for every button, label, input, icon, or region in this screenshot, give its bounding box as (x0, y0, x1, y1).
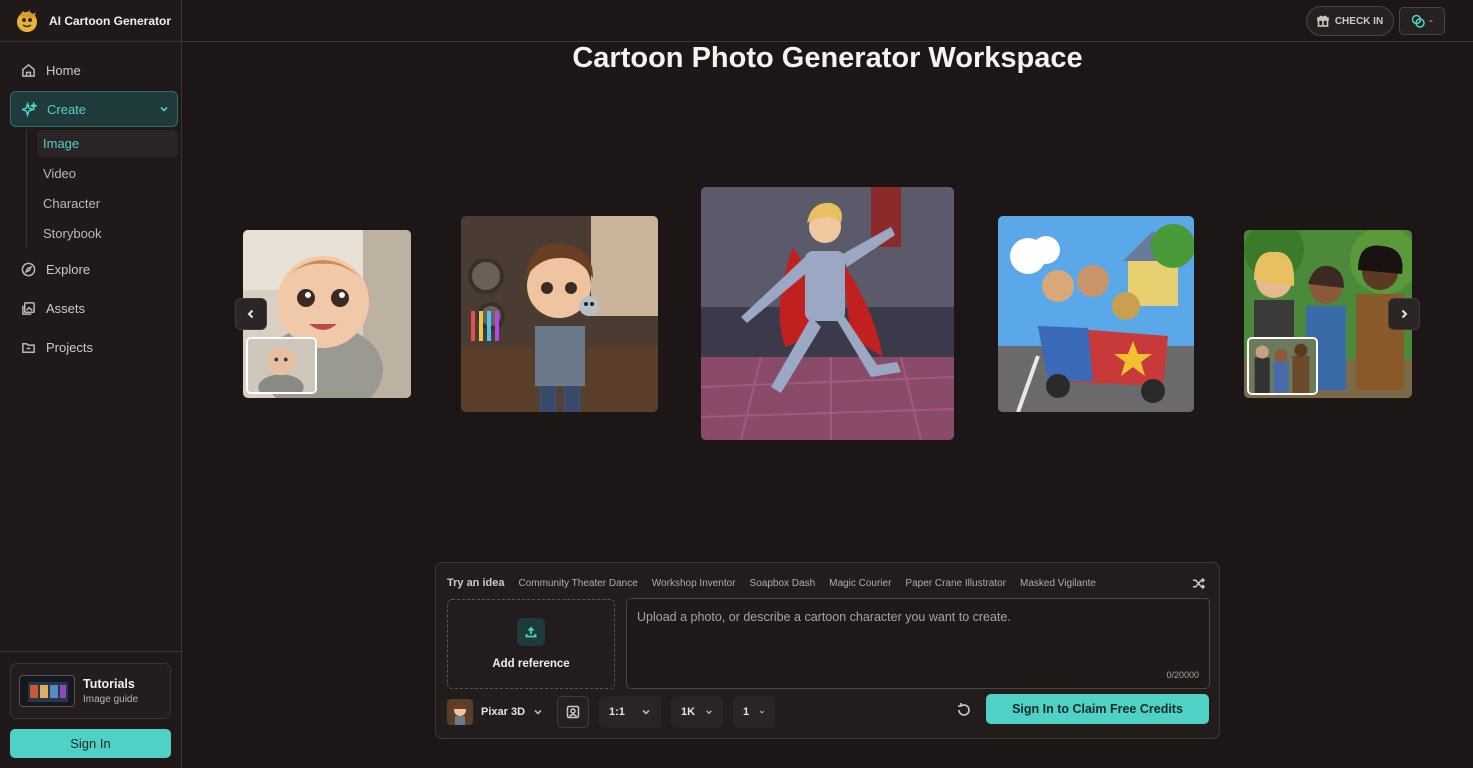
sidebar-item-label: Projects (46, 339, 93, 355)
soapbox-race-image[interactable] (998, 216, 1194, 412)
idea-chip[interactable]: Soapbox Dash (750, 578, 816, 589)
credits-button[interactable]: - (1399, 7, 1445, 35)
sparkle-icon (22, 101, 37, 117)
shuffle-ideas-button[interactable] (1192, 577, 1206, 590)
sidebar-item-label: Assets (46, 300, 86, 316)
baby-reference-thumbnail (246, 337, 317, 394)
brand[interactable]: AI Cartoon Generator (14, 8, 171, 34)
sidebar-item-projects[interactable]: Projects (10, 329, 178, 365)
chevron-down-icon (534, 709, 542, 715)
style-label: Pixar 3D (481, 706, 526, 718)
resolution-value: 1K (681, 706, 696, 718)
generation-controls: Pixar 3D 1:1 1K 1 (447, 695, 776, 729)
aspect-ratio-select[interactable]: 1:1 (599, 696, 662, 728)
prompt-panel: Try an idea Community Theater Dance Work… (435, 562, 1220, 739)
sidebar-subitem-character[interactable]: Character (37, 190, 178, 217)
chevron-down-icon (160, 106, 168, 112)
chevron-down-icon (706, 710, 712, 715)
shuffle-icon (1192, 577, 1206, 590)
image-count-value: 1 (743, 706, 750, 718)
sidebar-item-label: Home (46, 62, 81, 78)
sidebar-item-home[interactable]: Home (10, 52, 178, 88)
ideas-row: Try an idea Community Theater Dance Work… (447, 577, 1096, 589)
home-icon (22, 63, 35, 77)
add-reference-dropzone[interactable]: Add reference (447, 599, 615, 689)
credits-value: - (1429, 15, 1433, 27)
sidebar-subitem-image[interactable]: Image (37, 130, 178, 157)
sidebar-item-label: Explore (46, 261, 91, 277)
prince-dancing-image[interactable] (701, 187, 954, 440)
idea-chip[interactable]: Community Theater Dance (518, 578, 637, 589)
resolution-select[interactable]: 1K (671, 696, 724, 728)
tutorial-thumbnail (19, 675, 75, 707)
sidebar-item-assets[interactable]: Assets (10, 290, 178, 326)
reset-icon (958, 703, 970, 716)
carousel-next-button[interactable] (1388, 298, 1420, 330)
sign-in-button[interactable]: Sign In (10, 729, 171, 758)
divider (0, 651, 182, 652)
prompt-box: 0/20000 (626, 598, 1210, 689)
portrait-icon (566, 705, 580, 719)
idea-chip[interactable]: Masked Vigilante (1020, 578, 1096, 589)
style-select[interactable]: Pixar 3D (447, 699, 547, 725)
tutorial-card[interactable]: Tutorials Image guide (10, 663, 171, 719)
friends-reference-thumbnail (1247, 337, 1318, 395)
sidebar-subitem-video[interactable]: Video (37, 160, 178, 187)
check-in-button[interactable]: CHECK IN (1306, 6, 1394, 36)
sidebar: AI Cartoon Generator Home Create Image V… (0, 0, 182, 768)
prompt-input[interactable] (627, 599, 1209, 688)
ideas-label: Try an idea (447, 577, 505, 589)
upload-icon (525, 626, 537, 638)
sidebar-subitem-storybook[interactable]: Storybook (37, 220, 178, 247)
chevron-down-icon (759, 710, 765, 714)
upload-icon-box (517, 618, 545, 646)
chevron-left-icon (247, 309, 254, 319)
style-thumbnail (447, 699, 473, 725)
tutorial-text: Tutorials Image guide (83, 677, 138, 705)
brand-logo-icon (17, 10, 37, 32)
idea-chip[interactable]: Paper Crane Illustrator (905, 578, 1006, 589)
sidebar-item-explore[interactable]: Explore (10, 251, 178, 287)
compass-icon (21, 262, 36, 276)
reset-button[interactable] (956, 702, 972, 718)
page-title: Cartoon Photo Generator Workspace (572, 42, 1083, 74)
image-count-select[interactable]: 1 (733, 696, 776, 728)
sidebar-item-create[interactable]: Create (10, 91, 178, 127)
carousel-prev-button[interactable] (235, 298, 267, 330)
add-reference-label: Add reference (492, 658, 570, 670)
idea-chip[interactable]: Workshop Inventor (652, 578, 736, 589)
chevron-right-icon (1401, 309, 1408, 319)
gift-icon (1317, 15, 1329, 27)
folder-icon (22, 342, 35, 353)
aspect-ratio-value: 1:1 (609, 706, 625, 718)
tutorial-subtitle: Image guide (83, 694, 139, 705)
idea-chip[interactable]: Magic Courier (829, 578, 891, 589)
char-counter: 0/20000 (1166, 670, 1199, 680)
coins-icon (1411, 14, 1425, 28)
claim-credits-button[interactable]: Sign In to Claim Free Credits (986, 694, 1209, 724)
check-in-label: CHECK IN (1334, 15, 1384, 27)
sidebar-item-label: Create (47, 101, 87, 117)
create-subnav: Image Video Character Storybook (26, 130, 178, 247)
chevron-down-icon (642, 709, 650, 715)
sidebar-nav: Home Create Image Video Character Storyb… (10, 52, 178, 368)
character-reference-button[interactable] (557, 696, 590, 728)
app-name: AI Cartoon Generator (49, 14, 172, 28)
gallery-icon (22, 301, 35, 315)
tutorial-title: Tutorials (83, 677, 135, 691)
divider (0, 41, 182, 42)
boy-inventor-image[interactable] (461, 216, 658, 412)
